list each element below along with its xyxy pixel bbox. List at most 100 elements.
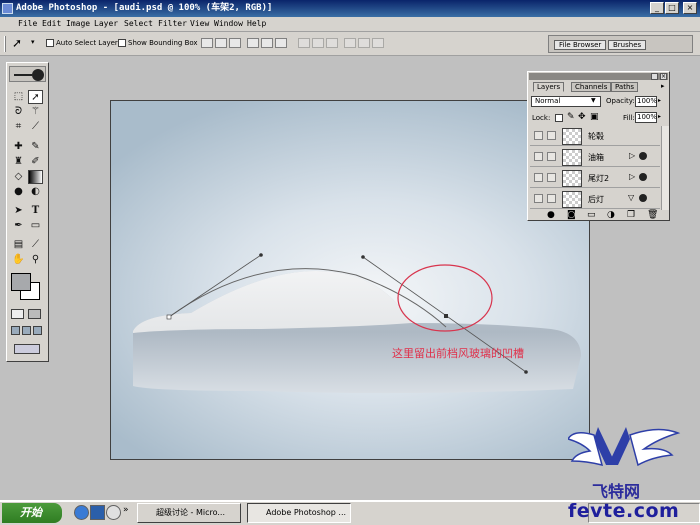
ie-quicklaunch-icon[interactable]: [74, 505, 89, 520]
menu-file[interactable]: File: [18, 19, 37, 28]
menu-view[interactable]: View: [190, 19, 209, 28]
tab-channels[interactable]: Channels: [571, 82, 612, 92]
magic-wand-tool-icon[interactable]: ⚚: [28, 105, 43, 119]
healing-brush-tool-icon[interactable]: ✚: [11, 140, 26, 154]
delete-layer-icon[interactable]: 🗑: [647, 210, 658, 220]
gradient-tool-icon[interactable]: [28, 170, 43, 184]
lock-transparency-checkbox[interactable]: [555, 114, 563, 122]
show-bounding-box-checkbox[interactable]: [118, 39, 126, 47]
menu-help[interactable]: Help: [247, 19, 266, 28]
quicklaunch-more-icon[interactable]: »: [123, 505, 129, 515]
notes-tool-icon[interactable]: ▤: [11, 238, 26, 252]
crop-tool-icon[interactable]: ⌗: [11, 120, 26, 134]
document-canvas[interactable]: 这里留出前档风玻璃的凹槽: [110, 100, 590, 460]
jump-to-imageready-icon[interactable]: [14, 344, 40, 354]
layer-style-icon[interactable]: [639, 173, 647, 181]
distribute-bottom-icon[interactable]: [326, 38, 338, 48]
align-left-icon[interactable]: [247, 38, 259, 48]
auto-select-checkbox[interactable]: [46, 39, 54, 47]
eyedropper-tool-icon[interactable]: ⟋: [28, 238, 43, 252]
options-grip[interactable]: [4, 36, 6, 52]
start-button[interactable]: 开始: [2, 503, 62, 523]
effects-collapse-icon[interactable]: ▽: [628, 193, 634, 202]
layer-style-icon[interactable]: [639, 194, 647, 202]
lock-all-icon[interactable]: ▣: [590, 112, 599, 122]
layer-visibility-toggle[interactable]: [534, 194, 543, 203]
marquee-tool-icon[interactable]: ⬚: [11, 90, 26, 104]
close-button[interactable]: ×: [683, 2, 697, 14]
layer-name[interactable]: 轮毂: [588, 131, 604, 142]
brush-tool-icon[interactable]: ✎: [28, 140, 43, 154]
layer-link-toggle[interactable]: [547, 173, 556, 182]
distribute-right-icon[interactable]: [372, 38, 384, 48]
opacity-input[interactable]: 100%: [635, 96, 657, 107]
fill-arrow-icon[interactable]: ▸: [658, 113, 661, 120]
shape-tool-icon[interactable]: ▭: [28, 219, 43, 233]
taskbar-button-photoshop[interactable]: Adobe Photoshop ...: [247, 503, 351, 523]
fill-input[interactable]: 100%: [635, 112, 657, 123]
zoom-tool-icon[interactable]: ⚲: [28, 253, 43, 267]
lock-move-icon[interactable]: ✥: [578, 112, 586, 122]
tab-file-browser[interactable]: File Browser: [554, 40, 607, 50]
effects-expand-icon[interactable]: ▷: [629, 172, 635, 181]
layer-visibility-toggle[interactable]: [534, 173, 543, 182]
media-quicklaunch-icon[interactable]: [106, 505, 121, 520]
tab-layers[interactable]: Layers: [533, 82, 565, 92]
tab-paths[interactable]: Paths: [611, 82, 639, 92]
layer-link-toggle[interactable]: [547, 152, 556, 161]
layer-link-toggle[interactable]: [547, 131, 556, 140]
screen-mode-full-icon[interactable]: [33, 326, 42, 335]
screen-mode-full-menu-icon[interactable]: [22, 326, 31, 335]
align-bottom-icon[interactable]: [229, 38, 241, 48]
layer-name[interactable]: 后灯: [588, 194, 604, 205]
new-set-icon[interactable]: ▭: [587, 210, 596, 220]
hand-tool-icon[interactable]: ✋: [11, 253, 26, 267]
quick-mask-mode-icon[interactable]: [28, 309, 41, 319]
align-right-icon[interactable]: [275, 38, 287, 48]
slice-tool-icon[interactable]: ⟋: [28, 120, 43, 134]
menu-layer[interactable]: Layer: [94, 19, 118, 28]
handle-point-left[interactable]: [259, 253, 263, 257]
palette-close-button[interactable]: ×: [660, 73, 667, 80]
menu-image[interactable]: Image: [66, 19, 90, 28]
minimize-button[interactable]: _: [650, 2, 664, 14]
add-layer-mask-icon[interactable]: ◙: [567, 210, 576, 220]
history-brush-tool-icon[interactable]: ✐: [28, 155, 43, 169]
align-top-icon[interactable]: [201, 38, 213, 48]
menu-edit[interactable]: Edit: [42, 19, 61, 28]
photoshop-app-icon[interactable]: [2, 3, 13, 14]
palette-minimize-button[interactable]: [651, 73, 658, 80]
layer-name[interactable]: 油箱: [588, 152, 604, 163]
anchor-point-left[interactable]: [166, 314, 172, 320]
screen-mode-standard-icon[interactable]: [11, 326, 20, 335]
lasso-tool-icon[interactable]: ᘐ: [11, 105, 26, 119]
anchor-point-right[interactable]: [444, 314, 448, 318]
effects-expand-icon[interactable]: ▷: [629, 151, 635, 160]
move-tool-preset-icon[interactable]: ➚: [12, 36, 22, 50]
handle-point-top[interactable]: [361, 255, 365, 259]
taskbar-button-ie[interactable]: 超级讨论 - Micro...: [137, 503, 241, 523]
distribute-middle-icon[interactable]: [312, 38, 324, 48]
chevron-down-icon[interactable]: ▾: [31, 38, 35, 46]
menu-window[interactable]: Window: [214, 19, 243, 28]
chevron-down-icon[interactable]: ▼: [591, 97, 596, 104]
distribute-center-icon[interactable]: [358, 38, 370, 48]
eraser-tool-icon[interactable]: ◇: [11, 170, 26, 184]
link-layers-icon[interactable]: ●: [547, 210, 555, 220]
distribute-left-icon[interactable]: [344, 38, 356, 48]
new-layer-icon[interactable]: ❐: [627, 210, 635, 220]
layers-scrollbar[interactable]: [661, 126, 669, 210]
layer-style-icon[interactable]: [639, 152, 647, 160]
lock-paint-icon[interactable]: ✎: [567, 112, 575, 122]
distribute-top-icon[interactable]: [298, 38, 310, 48]
opacity-arrow-icon[interactable]: ▸: [658, 97, 661, 104]
layer-visibility-toggle[interactable]: [534, 152, 543, 161]
dodge-tool-icon[interactable]: ◐: [28, 185, 43, 199]
layers-palette-titlebar[interactable]: [529, 73, 668, 80]
foreground-color-swatch[interactable]: [11, 273, 31, 291]
layer-visibility-toggle[interactable]: [534, 131, 543, 140]
move-tool-icon[interactable]: ➚: [28, 90, 43, 104]
menu-filter[interactable]: Filter: [158, 19, 187, 28]
align-center-icon[interactable]: [261, 38, 273, 48]
new-adjustment-layer-icon[interactable]: ◑: [607, 210, 615, 220]
